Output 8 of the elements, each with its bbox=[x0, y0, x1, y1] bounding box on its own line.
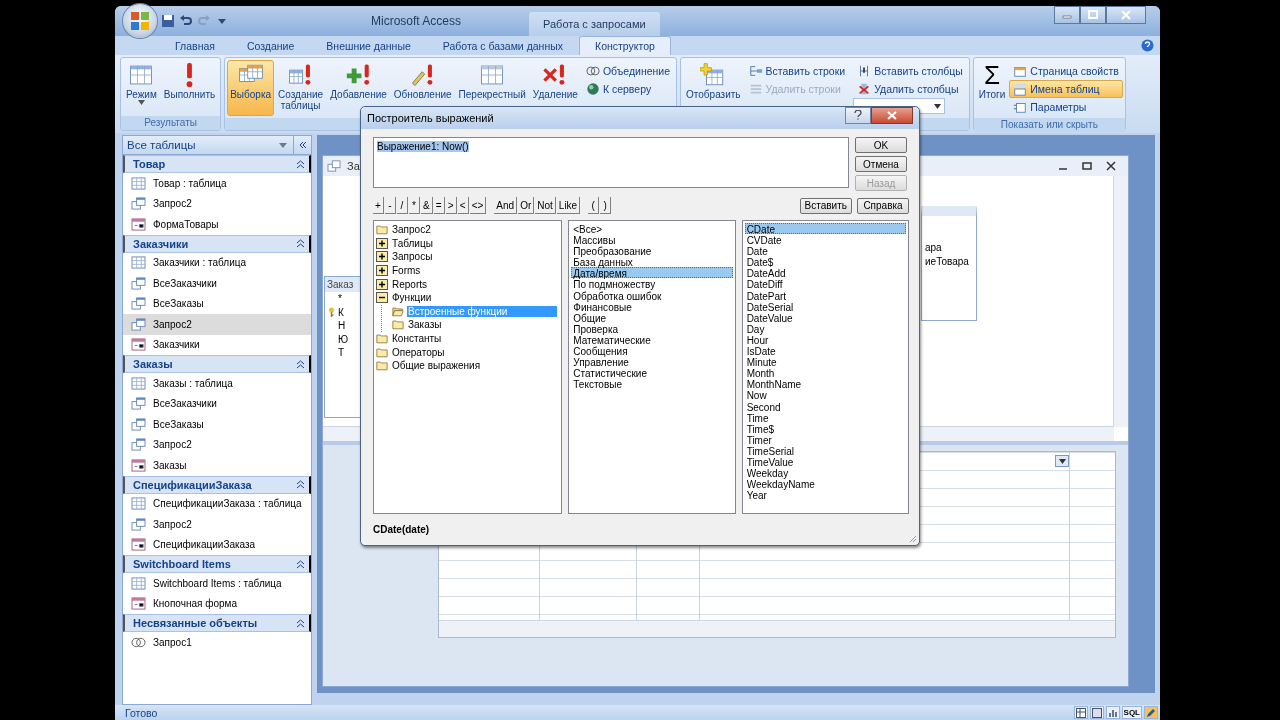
group-label: Результаты bbox=[121, 116, 221, 130]
syntax-text: CDate(date) bbox=[373, 524, 431, 535]
dialog-title: Построитель выражений bbox=[367, 112, 494, 124]
context-tab-title: Работа с запросами bbox=[529, 12, 660, 36]
group-label: Показать или скрыть bbox=[973, 118, 1125, 132]
status-text: Готово bbox=[125, 706, 158, 719]
window-title: Microsoft Access bbox=[371, 14, 463, 28]
window-title: За bbox=[347, 160, 360, 172]
